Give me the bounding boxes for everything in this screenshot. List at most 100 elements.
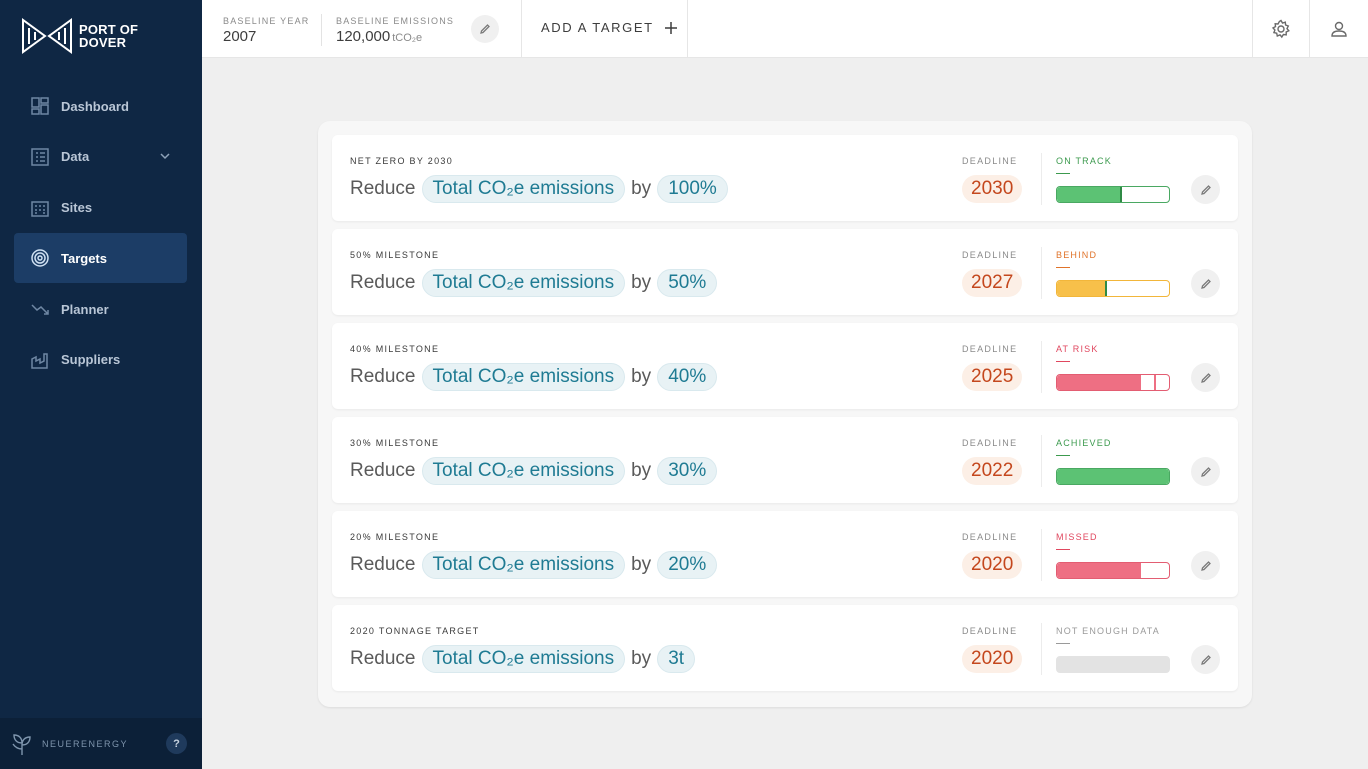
progress-bar <box>1056 468 1170 485</box>
target-by: by <box>631 272 652 293</box>
target-by: by <box>631 366 652 387</box>
progress-bar-fill <box>1057 375 1141 390</box>
target-title: 40% MILESTONE <box>350 344 440 354</box>
target-sentence: Reduce Total CO₂e emissions by 40% <box>350 363 718 391</box>
logo[interactable]: PORT OF DOVER <box>21 18 138 54</box>
target-card[interactable]: 2020 TONNAGE TARGET Reduce Total CO₂e em… <box>332 605 1238 691</box>
target-amount-pill[interactable]: 50% <box>657 269 718 297</box>
target-title: NET ZERO BY 2030 <box>350 156 454 166</box>
status-label: NOT ENOUGH DATA <box>1056 626 1161 636</box>
target-metric-pill[interactable]: Total CO₂e emissions <box>421 645 626 673</box>
edit-target-button[interactable] <box>1191 551 1220 580</box>
deadline-pill[interactable]: 2030 <box>962 175 1023 203</box>
logo-text-line2: DOVER <box>79 35 127 50</box>
deadline-label: DEADLINE <box>962 626 1018 636</box>
target-amount-pill[interactable]: 3t <box>657 645 696 673</box>
suppliers-icon <box>31 353 48 369</box>
pencil-icon <box>1200 560 1211 571</box>
status-label: MISSED <box>1056 532 1098 542</box>
edit-target-button[interactable] <box>1191 363 1220 392</box>
deadline-pill[interactable]: 2025 <box>962 363 1023 391</box>
top-bar: BASELINE YEAR 2007 BASELINE EMISSIONS 12… <box>202 0 1368 58</box>
target-amount-pill[interactable]: 100% <box>657 175 728 203</box>
progress-bar <box>1056 562 1170 579</box>
target-title: 20% MILESTONE <box>350 532 440 542</box>
progress-target-marker <box>1119 187 1122 202</box>
target-amount-pill[interactable]: 40% <box>657 363 718 391</box>
baseline-emissions-value: 120,000 <box>336 28 391 45</box>
target-card[interactable]: 20% MILESTONE Reduce Total CO₂e emission… <box>332 511 1238 597</box>
target-verb: Reduce <box>350 554 416 575</box>
deadline-pill[interactable]: 2020 <box>962 645 1023 673</box>
target-sentence: Reduce Total CO₂e emissions by 100% <box>350 175 728 203</box>
target-metric-pill[interactable]: Total CO₂e emissions <box>421 269 626 297</box>
port-of-dover-logo-icon <box>22 18 72 54</box>
gear-icon <box>1271 19 1290 39</box>
deadline-pill[interactable]: 2020 <box>962 551 1023 579</box>
deadline-label: DEADLINE <box>962 250 1018 260</box>
target-amount-pill[interactable]: 30% <box>657 457 718 485</box>
pencil-icon <box>1200 278 1211 289</box>
sidebar-item-targets[interactable]: Targets <box>14 233 187 284</box>
edit-target-button[interactable] <box>1191 645 1220 674</box>
logo-text: PORT OF DOVER <box>79 23 138 49</box>
target-metric-pill[interactable]: Total CO₂e emissions <box>421 363 626 391</box>
progress-bar <box>1056 374 1170 391</box>
settings-button[interactable] <box>1252 0 1309 58</box>
target-card[interactable]: 30% MILESTONE Reduce Total CO₂e emission… <box>332 417 1238 503</box>
target-card[interactable]: 50% MILESTONE Reduce Total CO₂e emission… <box>332 229 1238 315</box>
status-dash <box>1056 455 1070 456</box>
status-dash <box>1056 173 1070 174</box>
divider <box>687 0 688 58</box>
target-card[interactable]: NET ZERO BY 2030 Reduce Total CO₂e emiss… <box>332 135 1238 221</box>
progress-target-marker <box>1105 281 1108 296</box>
baseline-emissions-value-row: 120,000 tCO₂e <box>336 28 422 45</box>
help-button[interactable]: ? <box>166 733 187 754</box>
help-icon: ? <box>173 737 180 750</box>
progress-bar <box>1056 280 1170 297</box>
sites-icon <box>31 200 49 217</box>
divider <box>1041 247 1042 299</box>
edit-baseline-button[interactable] <box>471 15 499 43</box>
sidebar-item-label: Sites <box>61 200 93 216</box>
target-metric-pill[interactable]: Total CO₂e emissions <box>421 551 626 579</box>
target-verb: Reduce <box>350 178 416 199</box>
progress-bar-fill <box>1057 563 1141 578</box>
progress-bar <box>1056 186 1170 203</box>
target-card[interactable]: 40% MILESTONE Reduce Total CO₂e emission… <box>332 323 1238 409</box>
status-dash <box>1056 267 1070 268</box>
divider <box>321 14 322 46</box>
target-sentence: Reduce Total CO₂e emissions by 50% <box>350 269 718 297</box>
target-metric-pill[interactable]: Total CO₂e emissions <box>421 175 626 203</box>
divider <box>1041 153 1042 205</box>
deadline-label: DEADLINE <box>962 156 1018 166</box>
target-verb: Reduce <box>350 366 416 387</box>
sidebar-item-sites[interactable]: Sites <box>14 183 187 233</box>
add-target-label: ADD A TARGET <box>541 20 654 35</box>
target-verb: Reduce <box>350 648 416 669</box>
edit-target-button[interactable] <box>1191 175 1220 204</box>
pencil-icon <box>1200 466 1211 477</box>
account-button[interactable] <box>1310 0 1367 58</box>
status-dash <box>1056 361 1070 362</box>
divider <box>521 0 522 58</box>
edit-target-button[interactable] <box>1191 457 1220 486</box>
baseline-year-value: 2007 <box>223 28 257 45</box>
edit-target-button[interactable] <box>1191 269 1220 298</box>
sidebar-item-data[interactable]: Data <box>14 132 187 182</box>
neuerenergy-logo-icon <box>12 733 31 755</box>
sidebar-item-label: Data <box>61 149 90 165</box>
sidebar-item-dashboard[interactable]: Dashboard <box>14 81 187 131</box>
target-title: 2020 TONNAGE TARGET <box>350 626 480 636</box>
sidebar-item-label: Dashboard <box>61 98 129 114</box>
add-target-button[interactable]: ADD A TARGET <box>541 20 677 35</box>
sidebar-item-suppliers[interactable]: Suppliers <box>14 335 187 385</box>
deadline-pill[interactable]: 2027 <box>962 269 1023 297</box>
sidebar-item-label: Suppliers <box>61 352 121 368</box>
target-amount-pill[interactable]: 20% <box>657 551 718 579</box>
progress-bar-fill <box>1057 187 1120 202</box>
deadline-pill[interactable]: 2022 <box>962 457 1023 485</box>
target-metric-pill[interactable]: Total CO₂e emissions <box>421 457 626 485</box>
chevron-down-icon[interactable] <box>159 150 171 162</box>
sidebar-item-planner[interactable]: Planner <box>14 284 187 334</box>
